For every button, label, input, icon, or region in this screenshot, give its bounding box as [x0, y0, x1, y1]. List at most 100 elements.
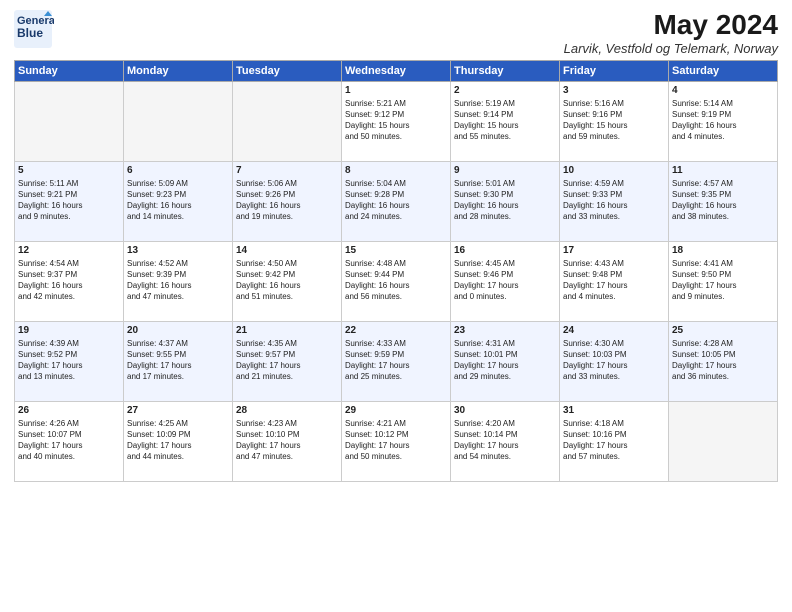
table-row: 23Sunrise: 4:31 AM Sunset: 10:01 PM Dayl… — [451, 321, 560, 401]
day-number: 28 — [236, 405, 338, 416]
table-row: 8 Sunrise: 5:04 AM Sunset: 9:28 PM Daylig… — [342, 161, 451, 241]
day-number: 31 — [563, 405, 665, 416]
day-number: 26 — [18, 405, 120, 416]
table-row — [124, 81, 233, 161]
day-info: Sunrise: 4:25 AM Sunset: 10:09 PM Daylig… — [127, 418, 229, 463]
day-number: 9 — [454, 165, 556, 176]
day-info: Sunrise: 4:48 AM Sunset: 9:44 PM Dayligh… — [345, 258, 447, 303]
day-info: Sunrise: 4:52 AM Sunset: 9:39 PM Dayligh… — [127, 258, 229, 303]
day-number: 5 — [18, 165, 120, 176]
table-row — [15, 81, 124, 161]
location: Larvik, Vestfold og Telemark, Norway — [564, 41, 778, 56]
day-number: 18 — [672, 245, 774, 256]
table-row: 2 Sunrise: 5:19 AM Sunset: 9:14 PM Daylig… — [451, 81, 560, 161]
day-info: Sunrise: 4:30 AM Sunset: 10:03 PM Daylig… — [563, 338, 665, 383]
day-number: 1 — [345, 85, 447, 96]
col-saturday: Saturday — [669, 60, 778, 81]
day-number: 15 — [345, 245, 447, 256]
table-row: 11 Sunrise: 4:57 AM Sunset: 9:35 PM Dayli… — [669, 161, 778, 241]
table-row: 17Sunrise: 4:43 AM Sunset: 9:48 PM Dayli… — [560, 241, 669, 321]
day-info: Sunrise: 5:09 AM Sunset: 9:23 PM Dayligh… — [127, 178, 229, 223]
calendar-body: 1 Sunrise: 5:21 AM Sunset: 9:12 PM Daylig… — [15, 81, 778, 481]
day-number: 6 — [127, 165, 229, 176]
table-row: 31 Sunrise: 4:18 AM Sunset: 10:16 PM Dayl… — [560, 401, 669, 481]
day-info: Sunrise: 5:16 AM Sunset: 9:16 PM Dayligh… — [563, 98, 665, 143]
day-number: 29 — [345, 405, 447, 416]
day-info: Sunrise: 5:04 AM Sunset: 9:28 PM Dayligh… — [345, 178, 447, 223]
day-number: 17 — [563, 245, 665, 256]
day-number: 13 — [127, 245, 229, 256]
day-info: Sunrise: 4:50 AM Sunset: 9:42 PM Dayligh… — [236, 258, 338, 303]
table-row: 29 Sunrise: 4:21 AM Sunset: 10:12 PM Dayl… — [342, 401, 451, 481]
day-info: Sunrise: 5:11 AM Sunset: 9:21 PM Dayligh… — [18, 178, 120, 223]
table-row: 25 Sunrise: 4:28 AM Sunset: 10:05 PM Dayl… — [669, 321, 778, 401]
table-row — [669, 401, 778, 481]
calendar-week-row: 12Sunrise: 4:54 AM Sunset: 9:37 PM Dayli… — [15, 241, 778, 321]
calendar-header-row: Sunday Monday Tuesday Wednesday Thursday… — [15, 60, 778, 81]
day-number: 8 — [345, 165, 447, 176]
svg-text:Blue: Blue — [17, 26, 43, 40]
day-info: Sunrise: 4:33 AM Sunset: 9:59 PM Dayligh… — [345, 338, 447, 383]
table-row: 10 Sunrise: 4:59 AM Sunset: 9:33 PM Dayli… — [560, 161, 669, 241]
day-number: 14 — [236, 245, 338, 256]
day-number: 19 — [18, 325, 120, 336]
day-info: Sunrise: 4:37 AM Sunset: 9:55 PM Dayligh… — [127, 338, 229, 383]
day-number: 27 — [127, 405, 229, 416]
day-info: Sunrise: 5:19 AM Sunset: 9:14 PM Dayligh… — [454, 98, 556, 143]
day-info: Sunrise: 4:23 AM Sunset: 10:10 PM Daylig… — [236, 418, 338, 463]
table-row: 6 Sunrise: 5:09 AM Sunset: 9:23 PM Daylig… — [124, 161, 233, 241]
day-number: 7 — [236, 165, 338, 176]
day-number: 21 — [236, 325, 338, 336]
day-info: Sunrise: 4:57 AM Sunset: 9:35 PM Dayligh… — [672, 178, 774, 223]
day-info: Sunrise: 4:41 AM Sunset: 9:50 PM Dayligh… — [672, 258, 774, 303]
table-row: 7 Sunrise: 5:06 AM Sunset: 9:26 PM Daylig… — [233, 161, 342, 241]
table-row: 15 Sunrise: 4:48 AM Sunset: 9:44 PM Dayli… — [342, 241, 451, 321]
table-row: 1 Sunrise: 5:21 AM Sunset: 9:12 PM Daylig… — [342, 81, 451, 161]
day-info: Sunrise: 4:35 AM Sunset: 9:57 PM Dayligh… — [236, 338, 338, 383]
calendar-week-row: 26Sunrise: 4:26 AM Sunset: 10:07 PM Dayl… — [15, 401, 778, 481]
day-number: 2 — [454, 85, 556, 96]
col-tuesday: Tuesday — [233, 60, 342, 81]
day-info: Sunrise: 4:18 AM Sunset: 10:16 PM Daylig… — [563, 418, 665, 463]
day-number: 11 — [672, 165, 774, 176]
table-row: 21 Sunrise: 4:35 AM Sunset: 9:57 PM Dayli… — [233, 321, 342, 401]
table-row: 22Sunrise: 4:33 AM Sunset: 9:59 PM Dayli… — [342, 321, 451, 401]
calendar-week-row: 1 Sunrise: 5:21 AM Sunset: 9:12 PM Daylig… — [15, 81, 778, 161]
table-row: 3Sunrise: 5:16 AM Sunset: 9:16 PM Daylig… — [560, 81, 669, 161]
month-year: May 2024 — [564, 10, 778, 41]
table-row: 4 Sunrise: 5:14 AM Sunset: 9:19 PM Daylig… — [669, 81, 778, 161]
day-info: Sunrise: 5:06 AM Sunset: 9:26 PM Dayligh… — [236, 178, 338, 223]
logo: General Blue — [14, 10, 54, 48]
table-row: 14 Sunrise: 4:50 AM Sunset: 9:42 PM Dayli… — [233, 241, 342, 321]
day-number: 10 — [563, 165, 665, 176]
day-info: Sunrise: 4:45 AM Sunset: 9:46 PM Dayligh… — [454, 258, 556, 303]
day-info: Sunrise: 4:28 AM Sunset: 10:05 PM Daylig… — [672, 338, 774, 383]
day-info: Sunrise: 5:21 AM Sunset: 9:12 PM Dayligh… — [345, 98, 447, 143]
day-info: Sunrise: 5:01 AM Sunset: 9:30 PM Dayligh… — [454, 178, 556, 223]
table-row: 16Sunrise: 4:45 AM Sunset: 9:46 PM Dayli… — [451, 241, 560, 321]
table-row: 28 Sunrise: 4:23 AM Sunset: 10:10 PM Dayl… — [233, 401, 342, 481]
day-info: Sunrise: 4:54 AM Sunset: 9:37 PM Dayligh… — [18, 258, 120, 303]
table-row: 5 Sunrise: 5:11 AM Sunset: 9:21 PM Daylig… — [15, 161, 124, 241]
table-row: 18 Sunrise: 4:41 AM Sunset: 9:50 PM Dayli… — [669, 241, 778, 321]
day-number: 25 — [672, 325, 774, 336]
day-info: Sunrise: 4:20 AM Sunset: 10:14 PM Daylig… — [454, 418, 556, 463]
day-info: Sunrise: 5:14 AM Sunset: 9:19 PM Dayligh… — [672, 98, 774, 143]
day-info: Sunrise: 4:59 AM Sunset: 9:33 PM Dayligh… — [563, 178, 665, 223]
col-sunday: Sunday — [15, 60, 124, 81]
page: General Blue May 2024 Larvik, Vestfold o… — [0, 0, 792, 612]
day-number: 4 — [672, 85, 774, 96]
day-number: 24 — [563, 325, 665, 336]
col-friday: Friday — [560, 60, 669, 81]
title-block: May 2024 Larvik, Vestfold og Telemark, N… — [564, 10, 778, 56]
day-info: Sunrise: 4:21 AM Sunset: 10:12 PM Daylig… — [345, 418, 447, 463]
day-number: 20 — [127, 325, 229, 336]
col-wednesday: Wednesday — [342, 60, 451, 81]
day-info: Sunrise: 4:31 AM Sunset: 10:01 PM Daylig… — [454, 338, 556, 383]
day-info: Sunrise: 4:39 AM Sunset: 9:52 PM Dayligh… — [18, 338, 120, 383]
table-row: 30Sunrise: 4:20 AM Sunset: 10:14 PM Dayl… — [451, 401, 560, 481]
table-row: 19 Sunrise: 4:39 AM Sunset: 9:52 PM Dayli… — [15, 321, 124, 401]
table-row: 9 Sunrise: 5:01 AM Sunset: 9:30 PM Daylig… — [451, 161, 560, 241]
calendar-week-row: 19 Sunrise: 4:39 AM Sunset: 9:52 PM Dayli… — [15, 321, 778, 401]
table-row: 12Sunrise: 4:54 AM Sunset: 9:37 PM Dayli… — [15, 241, 124, 321]
